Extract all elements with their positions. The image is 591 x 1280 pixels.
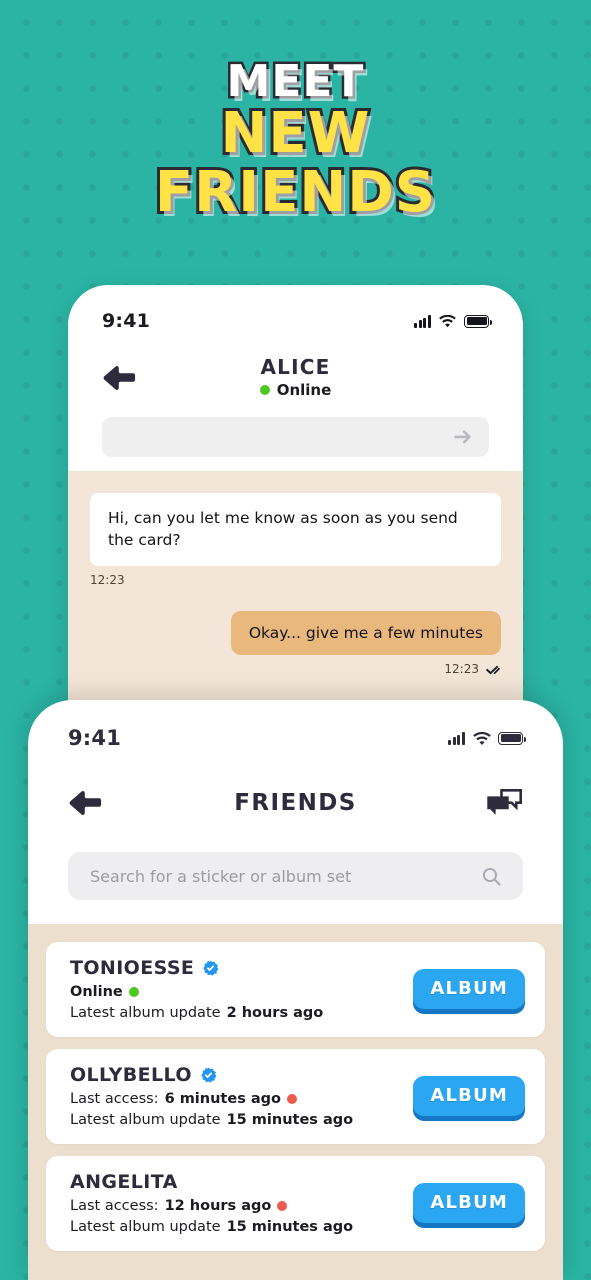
friend-update: Latest album update 2 hours ago (70, 1005, 323, 1021)
double-check-icon (485, 664, 501, 675)
album-button-label: ALBUM (430, 1192, 508, 1214)
chat-presence-label: Online (276, 381, 332, 399)
chat-nav-bar: ALICE Online (68, 349, 523, 407)
friends-nav-bar: FRIENDS (28, 772, 563, 834)
message-time-incoming: 12:23 (90, 573, 125, 587)
signal-bars-icon (448, 731, 465, 745)
friends-nav-center: FRIENDS (28, 789, 563, 816)
friend-info: ANGELITA Last access: 12 hours ago Lates… (70, 1170, 353, 1235)
battery-full-icon (498, 731, 526, 745)
status-time: 9:41 (68, 726, 122, 750)
friend-presence: Last access: 6 minutes ago (70, 1091, 353, 1107)
friend-card[interactable]: TONIOESSE Online Latest album update 2 h… (46, 942, 545, 1037)
online-dot-icon (128, 986, 139, 997)
album-button-label: ALBUM (430, 978, 508, 1000)
friend-name-row: OLLYBELLO (70, 1063, 353, 1086)
friend-update: Latest album update 15 minutes ago (70, 1112, 353, 1128)
friend-presence-label: Last access: (70, 1197, 159, 1214)
friend-presence-value: 12 hours ago (164, 1197, 272, 1214)
chat-bubbles-icon[interactable] (485, 788, 523, 818)
message-bubble-incoming: Hi, can you let me know as soon as you s… (90, 493, 501, 566)
friend-name: TONIOESSE (70, 957, 195, 979)
online-dot-icon (259, 385, 270, 395)
friend-presence-label: Online (70, 983, 123, 1000)
verified-badge-icon (202, 960, 219, 977)
status-icons (448, 731, 526, 745)
friend-card[interactable]: ANGELITA Last access: 12 hours ago Lates… (46, 1155, 545, 1251)
album-button[interactable]: ALBUM (413, 1183, 525, 1224)
status-time: 9:41 (102, 310, 151, 332)
friend-update-value: 15 minutes ago (226, 1218, 354, 1235)
album-button[interactable]: ALBUM (413, 969, 525, 1010)
friend-update: Latest album update 15 minutes ago (70, 1219, 353, 1235)
hero-line-3: FRIENDS (152, 159, 438, 225)
friend-presence: Last access: 12 hours ago (70, 1198, 353, 1214)
friend-update-label: Latest album update (70, 1111, 221, 1128)
back-arrow-icon[interactable] (68, 790, 102, 816)
hero-heading: MEET NEW FRIENDS (0, 56, 591, 225)
battery-full-icon (464, 314, 492, 328)
chat-nav-center: ALICE Online (68, 357, 523, 399)
search-placeholder: Search for a sticker or album set (90, 866, 352, 886)
status-icons (414, 314, 492, 328)
friend-update-label: Latest album update (70, 1218, 221, 1235)
message-bubble-outgoing: Okay... give me a few minutes (230, 611, 501, 655)
hero-line-2: NEW (218, 101, 373, 167)
friend-update-value: 2 hours ago (226, 1004, 324, 1021)
friend-presence-label: Last access: (70, 1090, 159, 1107)
message-time-outgoing: 12:23 (444, 662, 479, 676)
verified-badge-icon (200, 1067, 217, 1084)
friend-name: OLLYBELLO (70, 1063, 192, 1086)
friend-name-row: TONIOESSE (70, 958, 323, 979)
friend-info: OLLYBELLO Last access: 6 minutes ago Lat… (70, 1063, 353, 1128)
back-arrow-icon[interactable] (102, 365, 136, 391)
away-dot-icon (277, 1200, 288, 1211)
friends-list: TONIOESSE Online Latest album update 2 h… (28, 924, 563, 1280)
message-row-incoming: Hi, can you let me know as soon as you s… (90, 493, 501, 587)
page-title: FRIENDS (234, 789, 357, 816)
message-row-outgoing: Okay... give me a few minutes 12:23 (90, 611, 501, 676)
friend-update-label: Latest album update (70, 1004, 221, 1021)
search-input[interactable]: Search for a sticker or album set (68, 852, 523, 900)
chat-presence: Online (68, 381, 523, 399)
chat-contact-name: ALICE (260, 355, 331, 379)
signal-bars-icon (414, 314, 431, 328)
wifi-icon (473, 731, 491, 745)
friend-presence-value: 6 minutes ago (164, 1090, 281, 1107)
album-button-label: ALBUM (430, 1085, 508, 1107)
friend-name-row: ANGELITA (70, 1170, 353, 1193)
chat-thread: Hi, can you let me know as soon as you s… (68, 471, 523, 715)
friend-update-value: 15 minutes ago (226, 1111, 354, 1128)
friend-info: TONIOESSE Online Latest album update 2 h… (70, 958, 323, 1021)
send-arrow-icon[interactable] (454, 429, 473, 445)
friends-phone-mockup: 9:41 FRIENDS Search for a sticker or alb… (28, 700, 563, 1280)
app-promo-screen: MEET NEW FRIENDS 9:41 ALICE Online Hi, c… (0, 0, 591, 1280)
status-bar: 9:41 (68, 299, 523, 343)
friend-name: ANGELITA (70, 1170, 178, 1193)
wifi-icon (439, 314, 456, 328)
hero-line-1: MEET (224, 56, 366, 107)
chat-phone-mockup: 9:41 ALICE Online Hi, can you let me kno… (68, 285, 523, 715)
search-icon[interactable] (482, 867, 501, 886)
away-dot-icon (287, 1093, 297, 1104)
message-input[interactable] (102, 417, 489, 457)
message-meta-outgoing: 12:23 (90, 662, 501, 676)
friend-card[interactable]: OLLYBELLO Last access: 6 minutes ago Lat… (46, 1048, 545, 1144)
album-button[interactable]: ALBUM (413, 1076, 525, 1117)
friend-presence: Online (70, 984, 323, 1000)
status-bar: 9:41 (28, 716, 563, 760)
